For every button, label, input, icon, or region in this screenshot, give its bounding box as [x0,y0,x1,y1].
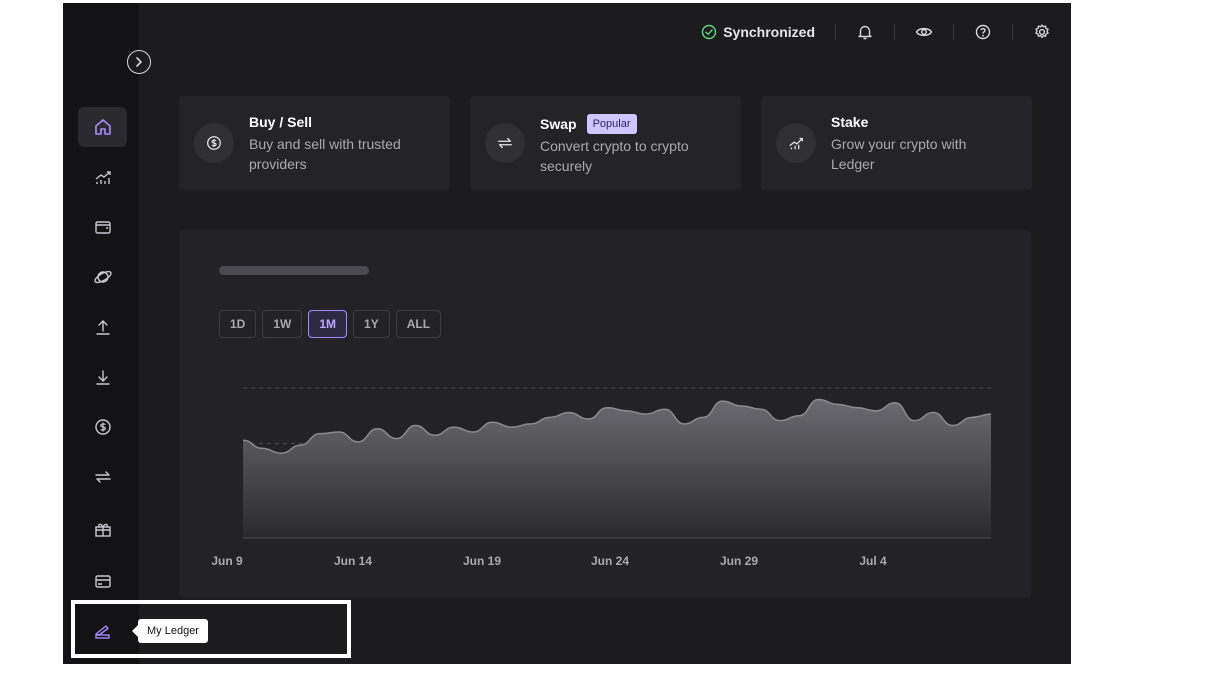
gift-icon [94,523,111,537]
buy-sell-card-icon [194,123,234,163]
sidebar-item-discover[interactable] [78,257,127,297]
swap-card[interactable]: Swap Popular Convert crypto to crypto sec… [470,96,741,190]
notifications-button[interactable] [835,3,894,61]
settings-button[interactable] [1012,3,1071,61]
wallet-icon [94,221,111,234]
chevron-right-icon [136,57,142,67]
sync-status: Synchronized [701,24,835,40]
card-title: Swap Popular [540,114,637,134]
dollar-icon [94,419,111,435]
sidebar-item-send[interactable] [78,307,127,347]
sidebar-item-card[interactable] [78,561,127,601]
portfolio-area-chart: Jun 9 Jun 14 Jun 19 Jun 24 Jun 29 Jul 4 [211,387,992,568]
sidebar-item-accounts[interactable] [78,207,127,247]
sidebar [63,3,151,664]
card-icon [94,575,111,588]
x-tick-label: Jul 4 [859,554,887,568]
popular-badge: Popular [586,114,637,134]
help-button[interactable] [953,3,1012,61]
card-title: Stake [831,114,869,130]
home-icon [94,119,111,135]
x-tick-label: Jun 19 [463,554,501,568]
swap-icon [94,471,111,483]
portfolio-chart-panel: 1D 1W 1M 1Y ALL Jun 9 Jun 14 Jun 19 Jun 24 J… [179,230,1031,598]
toggle-balance-button[interactable] [894,3,953,61]
stake-card[interactable]: Stake Grow your crypto with Ledger [761,96,1032,190]
planet-icon [93,270,112,284]
gear-icon [1034,24,1049,39]
sync-label: Synchronized [723,24,815,40]
sidebar-item-market[interactable] [78,157,127,197]
sidebar-item-earn[interactable] [78,509,127,549]
x-tick-label: Jun 9 [211,554,243,568]
x-tick-label: Jun 29 [720,554,758,568]
swap-icon [498,137,512,149]
x-tick-label: Jun 24 [591,554,629,568]
chart-area [243,399,991,538]
sidebar-item-swap[interactable] [78,457,127,497]
x-tick-label: Jun 14 [334,554,372,568]
card-description: Buy and sell with trusted providers [249,136,401,172]
sidebar-item-receive[interactable] [78,357,127,397]
upload-icon [95,320,110,335]
stake-card-icon [776,123,816,163]
my-ledger-tooltip: My Ledger [132,619,208,643]
eye-icon [915,27,932,37]
card-description: Convert crypto to crypto securely [540,138,689,174]
card-title: Buy / Sell [249,114,313,130]
highlight-box [71,600,351,658]
help-icon [975,24,990,40]
sidebar-item-home[interactable] [78,107,127,147]
check-circle-icon [702,24,717,40]
top-bar: Synchronized [701,3,1071,61]
buy-sell-card[interactable]: Buy / Sell Buy and sell with trusted pro… [179,96,450,190]
chart-icon [95,171,111,184]
expand-sidebar-button[interactable] [127,50,151,74]
app-window: Synchronized Buy / Sell Buy and sell wit… [63,3,1071,664]
sidebar-item-buy-sell[interactable] [78,407,127,447]
swap-card-icon [485,123,525,163]
bell-icon [857,25,872,40]
download-icon [95,370,110,385]
dollar-icon [207,136,221,150]
stake-icon [789,137,803,150]
feature-cards: Buy / Sell Buy and sell with trusted pro… [179,96,1032,190]
card-description: Grow your crypto with Ledger [831,136,967,172]
